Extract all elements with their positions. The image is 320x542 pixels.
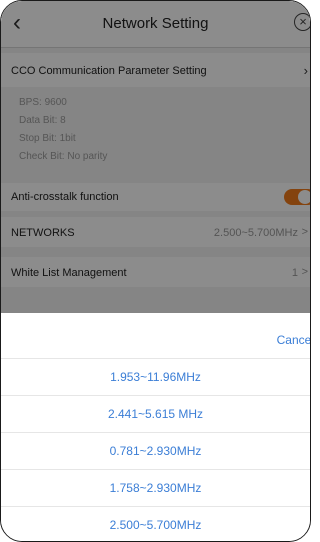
network-options-sheet: Cancel 1.953~11.96MHz 2.441~5.615 MHz 0.… [1,313,310,541]
network-option[interactable]: 1.953~11.96MHz [1,358,310,396]
network-option[interactable]: 0.781~2.930MHz [1,432,310,470]
network-option[interactable]: 1.758~2.930MHz [1,469,310,507]
cancel-button[interactable]: Cancel [277,333,310,347]
dim-overlay[interactable] [1,1,310,313]
phone-frame: ‹ Network Setting × CCO Communication Pa… [0,0,311,542]
network-option[interactable]: 2.500~5.700MHz [1,506,310,541]
network-option[interactable]: 2.441~5.615 MHz [1,395,310,433]
